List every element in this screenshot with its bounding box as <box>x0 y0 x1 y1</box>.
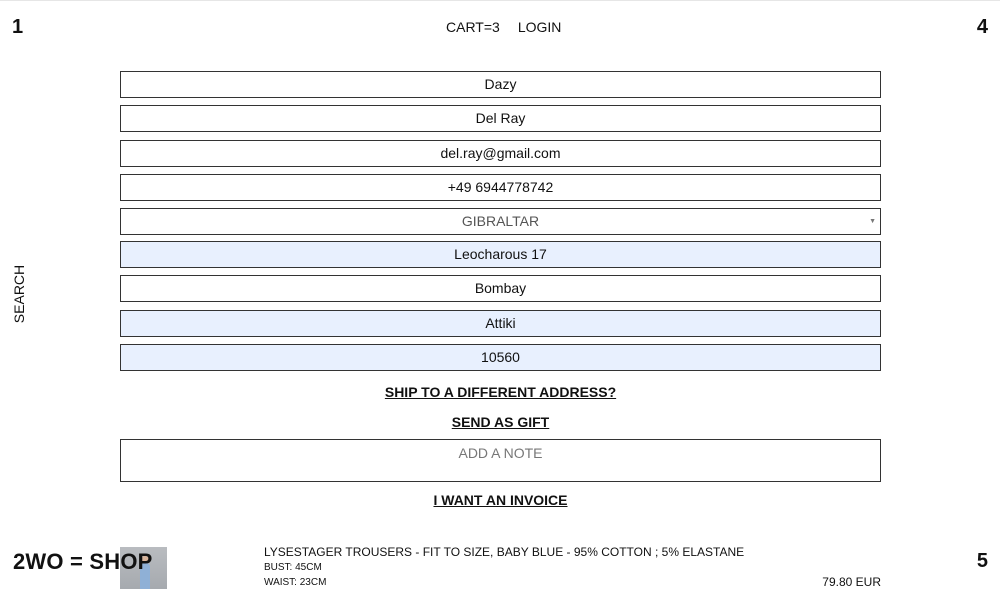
product-waist: WAIST: 23CM <box>264 577 327 588</box>
product-price: 79.80 EUR <box>822 575 881 589</box>
chevron-down-icon: ▼ <box>869 218 876 225</box>
top-divider <box>0 0 1000 1</box>
phone-field[interactable]: +49 6944778742 <box>120 174 881 201</box>
postcode-field[interactable]: 10560 <box>120 344 881 371</box>
search-link[interactable]: SEARCH <box>11 264 27 324</box>
product-title: LYSESTAGER TROUSERS - FIT TO SIZE, BABY … <box>264 545 745 559</box>
city-field[interactable]: Bombay <box>120 275 881 302</box>
country-select-value: GIBRALTAR <box>461 213 540 229</box>
corner-number-top-right[interactable]: 4 <box>977 16 988 39</box>
cart-item: LYSESTAGER TROUSERS - FIT TO SIZE, BABY … <box>120 545 881 589</box>
login-link[interactable]: LOGIN <box>518 19 562 35</box>
region-field[interactable]: Attiki <box>120 310 881 337</box>
address-field[interactable]: Leocharous 17 <box>120 241 881 268</box>
top-nav: CART=3 LOGIN <box>446 19 561 35</box>
last-name-field[interactable]: Del Ray <box>120 105 881 132</box>
first-name-field[interactable]: Dazy <box>120 71 881 98</box>
checkout-page: 1 4 5 CART=3 LOGIN SEARCH Dazy Del Ray d… <box>0 0 1000 589</box>
email-field[interactable]: del.ray@gmail.com <box>120 140 881 167</box>
cart-link[interactable]: CART=3 <box>446 19 500 35</box>
corner-number-bottom-right[interactable]: 5 <box>977 550 988 573</box>
send-as-gift-link[interactable]: SEND AS GIFT <box>120 414 881 430</box>
brand-logo[interactable]: 2WO = SHOP <box>13 549 153 575</box>
add-note-textarea[interactable]: ADD A NOTE <box>120 439 881 482</box>
add-note-placeholder: ADD A NOTE <box>458 445 543 461</box>
country-select[interactable]: GIBRALTAR ▼ <box>120 208 881 235</box>
corner-number-top-left[interactable]: 1 <box>12 16 23 39</box>
invoice-link[interactable]: I WANT AN INVOICE <box>120 492 881 508</box>
product-bust: BUST: 45CM <box>264 562 322 573</box>
ship-different-address-link[interactable]: SHIP TO A DIFFERENT ADDRESS? <box>120 384 881 400</box>
